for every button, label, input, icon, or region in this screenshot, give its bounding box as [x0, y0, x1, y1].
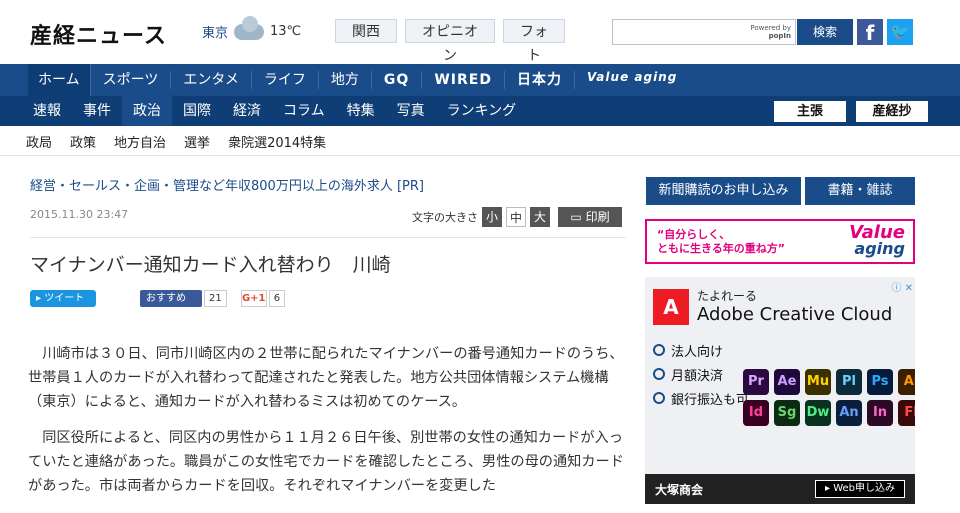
nav-chiho-jichi[interactable]: 地方自治: [114, 132, 176, 151]
nav-kokusai[interactable]: 国際: [172, 96, 222, 126]
article-title: マイナンバー通知カード入れ替わり 川崎: [30, 254, 391, 276]
subscribe-button[interactable]: 新聞購読のお申し込み: [646, 177, 801, 205]
nav-value-aging[interactable]: Value aging: [575, 71, 689, 89]
sankeisho-button[interactable]: 産経抄: [856, 101, 928, 122]
tab-photo[interactable]: フォト: [503, 19, 565, 64]
nav-sokuho[interactable]: 速報: [22, 96, 72, 126]
social-buttons: ▸ ツイート おすすめ 21 G+1 6: [30, 290, 286, 307]
nav-seiji[interactable]: 政治: [122, 96, 172, 126]
font-large-button[interactable]: 大: [530, 207, 550, 227]
top-bar: 産経ニュース 東京 13℃ 関西 オピニオン フォト Powered by pop…: [0, 0, 960, 64]
font-size-label: 文字の大きさ: [412, 211, 478, 224]
nav-keizai[interactable]: 経済: [222, 96, 272, 126]
app-tile: Pl: [836, 369, 862, 395]
region-tabs: 関西 オピニオン フォト: [335, 19, 565, 64]
ad-subtitle: たよれーる: [697, 289, 758, 303]
app-tile: In: [867, 400, 893, 426]
app-tile: Pr: [743, 369, 769, 395]
cloud-icon: [234, 15, 265, 40]
nav-sports[interactable]: スポーツ: [91, 71, 172, 89]
fb-recommend-button[interactable]: おすすめ: [140, 290, 202, 307]
twitter-icon[interactable]: 🐦: [887, 19, 913, 45]
adobe-ad[interactable]: ⓘ ✕ A たよれーる Adobe Creative Cloud 法人向け 月額…: [645, 277, 915, 504]
weather-temp: 13℃: [270, 24, 302, 39]
search-input[interactable]: Powered by popIn: [612, 19, 796, 45]
search-button[interactable]: 検索: [797, 19, 853, 45]
nav-senkyo[interactable]: 選挙: [184, 132, 220, 151]
books-button[interactable]: 書籍・雑誌: [805, 177, 915, 205]
nav-wired[interactable]: WIRED: [422, 71, 505, 89]
print-button[interactable]: ▭ 印刷: [558, 207, 622, 227]
app-tile: Sg: [774, 400, 800, 426]
app-tile: Dw: [805, 400, 831, 426]
divider: [30, 237, 626, 238]
list-item: 法人向け: [653, 341, 749, 365]
tweet-button[interactable]: ▸ ツイート: [30, 290, 96, 307]
ad-footer: 大塚商会 ▸ Web申し込み: [645, 474, 915, 504]
nav-entame[interactable]: エンタメ: [171, 71, 252, 89]
shucho-button[interactable]: 主張: [774, 101, 846, 122]
nav-life[interactable]: ライフ: [252, 71, 319, 89]
weather-widget[interactable]: 東京 13℃: [202, 15, 302, 41]
gplus-button[interactable]: G+1: [240, 290, 267, 307]
app-tile: Ae: [774, 369, 800, 395]
nav-shashin[interactable]: 写真: [386, 96, 436, 126]
ad-close-icon[interactable]: ⓘ ✕: [891, 279, 913, 294]
font-medium-button[interactable]: 中: [506, 207, 526, 227]
twitter-icon: ▸: [36, 293, 45, 304]
web-apply-button[interactable]: ▸ Web申し込み: [815, 480, 905, 498]
nav-ranking[interactable]: ランキング: [436, 96, 528, 126]
banner-text: “自分らしく、 ともに生きる年の重ね方”: [657, 228, 786, 255]
nav-chiho[interactable]: 地方: [319, 71, 372, 89]
paragraph: 同区役所によると、同区内の男性から１１月２６日午後、別世帯の女性の通知カードが入…: [28, 430, 624, 494]
weather-city: 東京: [202, 26, 229, 41]
nav-seisaku[interactable]: 政策: [70, 132, 106, 151]
app-tile: Ps: [867, 369, 893, 395]
tab-opinion[interactable]: オピニオン: [405, 19, 495, 64]
ad-company: 大塚商会: [655, 483, 704, 497]
banner-brand: Value aging: [849, 222, 905, 258]
ad-feature-list: 法人向け 月額決済 銀行振込も可: [653, 341, 749, 413]
nav-shuinsen-2014[interactable]: 衆院選2014特集: [228, 132, 336, 151]
app-tile: Ai: [898, 369, 915, 395]
value-aging-banner[interactable]: “自分らしく、 ともに生きる年の重ね方” Value aging: [645, 219, 915, 264]
powered-by-popin: Powered by popIn: [750, 24, 791, 40]
site-logo[interactable]: 産経ニュース: [30, 18, 167, 50]
app-tile: Id: [743, 400, 769, 426]
font-size-control: 文字の大きさ 小 中 大 ▭ 印刷: [412, 207, 622, 227]
gplus-count: 6: [268, 290, 286, 307]
list-item: 月額決済: [653, 365, 749, 389]
nav-jiken[interactable]: 事件: [72, 96, 122, 126]
app-tile: An: [836, 400, 862, 426]
nav-home[interactable]: ホーム: [28, 64, 91, 96]
app-tile: Fl: [898, 400, 915, 426]
nav-nihonryoku[interactable]: 日本力: [505, 71, 575, 89]
section-nav: 速報 事件 政治 国際 経済 コラム 特集 写真 ランキング 主張 産経抄: [0, 96, 960, 126]
logo-text: 産経ニュース: [30, 24, 167, 49]
nav-tokushu[interactable]: 特集: [336, 96, 386, 126]
facebook-icon[interactable]: f: [857, 19, 883, 45]
pr-link[interactable]: 経営・セールス・企画・管理など年収800万円以上の海外求人 [PR]: [30, 175, 424, 194]
app-tile: Mu: [805, 369, 831, 395]
font-small-button[interactable]: 小: [482, 207, 502, 227]
article-body: 川崎市は３０日、同市川崎区内の２世帯に配られたマイナンバーの番号通知カードのうち…: [28, 342, 628, 510]
list-item: 銀行振込も可: [653, 389, 749, 413]
article-date: 2015.11.30 23:47: [30, 208, 129, 221]
nav-seikyoku[interactable]: 政局: [26, 132, 62, 151]
fb-count: 21: [204, 290, 227, 307]
app-tiles: Pr Ae Mu Pl Ps Ai Id Sg Dw An In Fl: [743, 369, 915, 426]
sub-category-nav: 政局 政策 地方自治 選挙 衆院選2014特集: [0, 126, 960, 156]
tab-kansai[interactable]: 関西: [335, 19, 397, 43]
adobe-logo-icon: A: [653, 289, 689, 325]
page: 産経ニュース 東京 13℃ 関西 オピニオン フォト Powered by pop…: [0, 0, 960, 513]
printer-icon: ▭: [570, 210, 586, 224]
ad-title: Adobe Creative Cloud: [697, 304, 893, 325]
main-nav: ホーム スポーツ エンタメ ライフ 地方 GQ WIRED 日本力 Value …: [0, 64, 960, 96]
paragraph: 川崎市は３０日、同市川崎区内の２世帯に配られたマイナンバーの番号通知カードのうち…: [28, 346, 624, 410]
nav-column[interactable]: コラム: [272, 96, 336, 126]
nav-gq[interactable]: GQ: [372, 71, 423, 89]
